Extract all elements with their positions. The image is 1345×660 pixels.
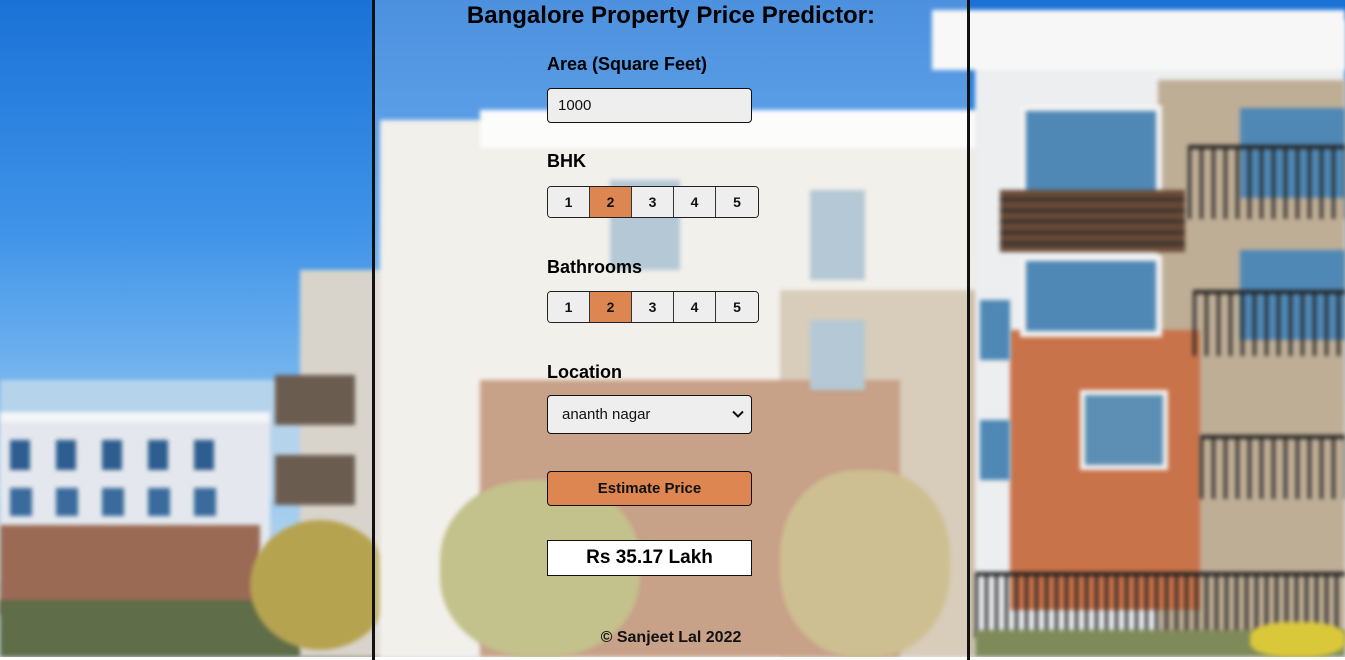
predictor-panel: Bangalore Property Price Predictor: Area… <box>372 0 970 660</box>
bathrooms-option-1[interactable]: 1 <box>548 292 590 322</box>
bathrooms-option-2[interactable]: 2 <box>590 292 632 322</box>
page-title: Bangalore Property Price Predictor: <box>466 2 876 29</box>
bhk-option-2[interactable]: 2 <box>590 187 632 217</box>
estimated-price-result: Rs 35.17 Lakh <box>547 540 752 576</box>
bathrooms-option-3[interactable]: 3 <box>632 292 674 322</box>
area-label: Area (Square Feet) <box>547 54 708 74</box>
bhk-label: BHK <box>547 151 586 171</box>
bathrooms-label: Bathrooms <box>547 257 643 277</box>
location-select[interactable]: ananth nagar <box>547 395 752 434</box>
location-selected-value: ananth nagar <box>562 406 651 423</box>
bathrooms-selector: 1 2 3 4 5 <box>547 291 759 323</box>
bhk-option-5[interactable]: 5 <box>716 187 758 217</box>
area-input[interactable] <box>547 88 752 123</box>
location-label: Location <box>547 362 622 382</box>
bhk-option-4[interactable]: 4 <box>674 187 716 217</box>
bathrooms-option-5[interactable]: 5 <box>716 292 758 322</box>
chevron-down-icon <box>732 410 744 418</box>
bhk-selector: 1 2 3 4 5 <box>547 186 759 218</box>
bathrooms-option-4[interactable]: 4 <box>674 292 716 322</box>
estimate-price-button[interactable]: Estimate Price <box>547 471 752 506</box>
bhk-option-3[interactable]: 3 <box>632 187 674 217</box>
footer-copyright: © Sanjeet Lal 2022 <box>600 629 742 646</box>
bhk-option-1[interactable]: 1 <box>548 187 590 217</box>
